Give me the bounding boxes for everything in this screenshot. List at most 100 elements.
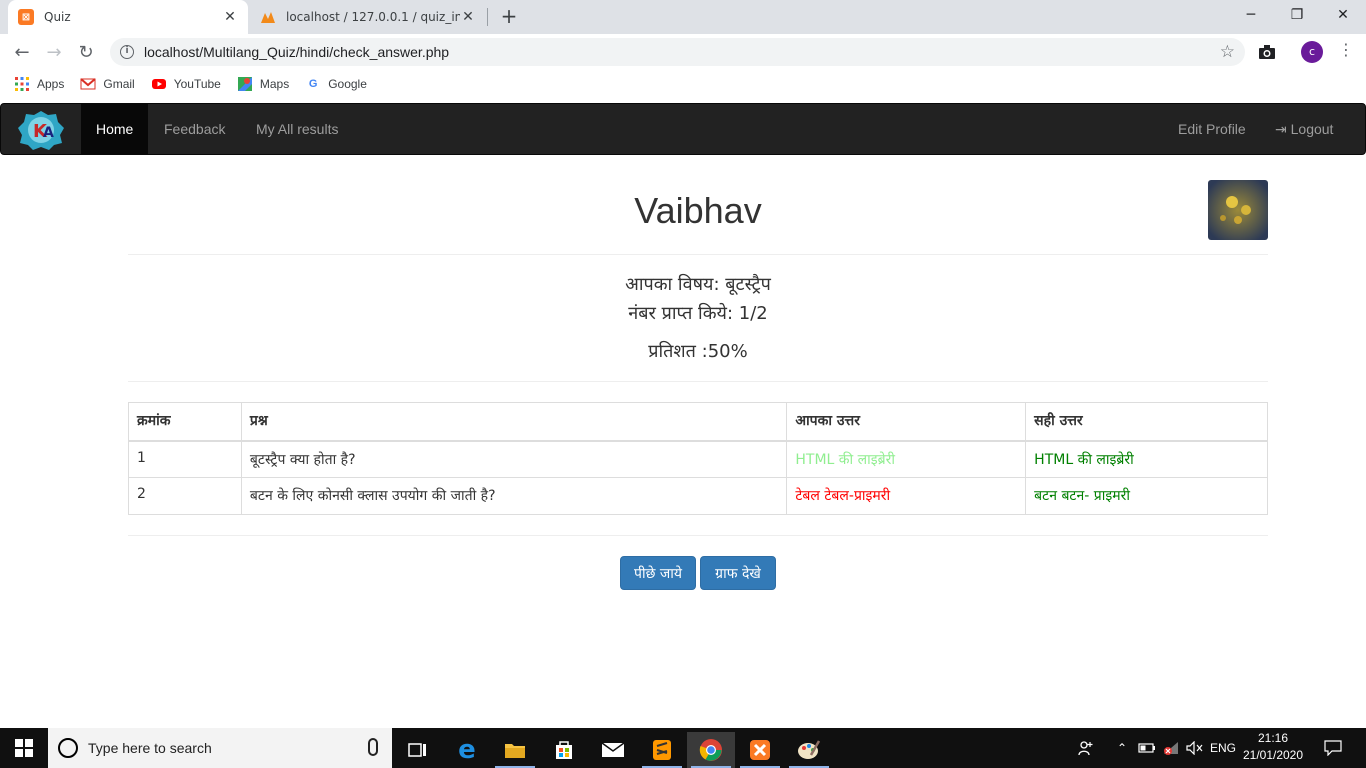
view-graph-button[interactable]: ग्राफ देखे [700, 556, 776, 590]
profile-photo [1208, 180, 1268, 240]
bookmark-star-icon[interactable]: ☆ [1220, 42, 1235, 62]
gmail-icon [80, 78, 97, 90]
bookmark-gmail[interactable]: Gmail [80, 76, 135, 92]
menu-kebab-icon[interactable]: ⋮ [1338, 40, 1354, 59]
language-indicator[interactable]: ENG [1208, 728, 1238, 768]
file-explorer-icon[interactable] [491, 732, 539, 768]
forward-arrow-icon[interactable]: → [42, 40, 66, 64]
site-info-icon[interactable]: i [120, 45, 134, 59]
percent-line: प्रतिशत :50% [648, 341, 748, 362]
xampp-icon: ⊠ [18, 9, 34, 25]
bookmark-apps[interactable]: Apps [14, 76, 64, 92]
edge-icon[interactable]: e [443, 732, 491, 768]
paint-icon[interactable] [785, 732, 833, 768]
clock-date: 21/01/2020 [1242, 748, 1304, 762]
cell-correct-answer: बटन बटन- प्राइमरी [1025, 477, 1268, 515]
google-icon: G [308, 78, 318, 90]
tab-title: Quiz [44, 10, 71, 24]
cell-serial: 1 [128, 440, 242, 478]
nav-my-all-results[interactable]: My All results [241, 104, 353, 154]
nav-edit-profile[interactable]: Edit Profile [1163, 104, 1261, 154]
task-view-icon[interactable] [394, 732, 442, 768]
cell-serial: 2 [128, 477, 242, 515]
site-navbar: K A Home Feedback My All results Edit Pr… [0, 103, 1366, 155]
search-placeholder: Type here to search [88, 740, 212, 756]
show-hidden-icons-icon[interactable]: ⌃ [1112, 728, 1132, 768]
xampp-taskbar-icon[interactable] [736, 732, 784, 768]
minimize-button[interactable]: ─ [1228, 0, 1274, 30]
sublime-text-icon[interactable] [638, 732, 686, 768]
url-text[interactable]: localhost/Multilang_Quiz/hindi/check_ans… [144, 44, 449, 60]
taskbar-search[interactable]: Type here to search [48, 728, 392, 768]
reload-icon[interactable]: ↻ [74, 40, 98, 64]
results-table: क्रमांक प्रश्न आपका उत्तर सही उत्तर 1 बू… [128, 402, 1268, 515]
phpmyadmin-icon [260, 9, 276, 25]
score-line: नंबर प्राप्त किये: 1/2 [628, 303, 768, 324]
bookmark-maps[interactable]: Maps [237, 76, 289, 92]
close-tab-icon[interactable]: ✕ [460, 9, 476, 25]
cell-your-answer: HTML की लाइब्रेरी [786, 440, 1027, 478]
bookmark-label: Google [328, 77, 367, 91]
browser-toolbar: ← → ↻ i localhost/Multilang_Quiz/hindi/c… [0, 34, 1366, 70]
back-arrow-icon[interactable]: ← [10, 40, 34, 64]
divider [128, 381, 1268, 382]
header-correct-answer: सही उत्तर [1025, 402, 1268, 442]
nav-home[interactable]: Home [81, 104, 149, 154]
cell-correct-answer: HTML की लाइब्रेरी [1025, 440, 1268, 478]
back-button[interactable]: पीछे जाये [620, 556, 696, 590]
youtube-icon [151, 79, 166, 89]
username-heading: Vaibhav [634, 190, 762, 231]
header-your-answer: आपका उत्तर [786, 402, 1027, 442]
logout-icon: ⇥ [1275, 121, 1287, 137]
bookmark-google[interactable]: G Google [305, 76, 367, 92]
volume-muted-icon[interactable] [1184, 728, 1206, 768]
camera-icon[interactable] [1257, 42, 1277, 62]
notifications-icon[interactable] [1320, 728, 1346, 768]
browser-tab-strip: ⊠ Quiz ✕ localhost / 127.0.0.1 / quiz_in… [0, 0, 1366, 34]
tab-phpmyadmin[interactable]: localhost / 127.0.0.1 / quiz_in_hin ✕ [250, 0, 486, 34]
windows-taskbar: Type here to search e ⌃ ENG 21:16 21/01/… [0, 728, 1366, 768]
tab-quiz[interactable]: ⊠ Quiz ✕ [8, 0, 248, 34]
battery-icon[interactable] [1136, 728, 1158, 768]
restore-button[interactable]: ❐ [1274, 0, 1320, 30]
mail-icon[interactable] [589, 732, 637, 768]
bookmark-label: YouTube [173, 77, 221, 91]
bookmark-label: Gmail [103, 77, 135, 91]
close-tab-icon[interactable]: ✕ [222, 9, 238, 25]
tab-title: localhost / 127.0.0.1 / quiz_in_hin [286, 10, 460, 24]
bookmark-label: Apps [37, 77, 65, 91]
cortana-icon [58, 738, 78, 758]
start-button[interactable] [0, 728, 48, 768]
nav-logout[interactable]: ⇥ Logout [1260, 104, 1348, 154]
microphone-icon[interactable] [368, 738, 378, 756]
header-question: प्रश्न [240, 402, 788, 442]
cell-question: बटन के लिए कोनसी क्लास उपयोग की जाती है? [240, 477, 788, 515]
site-logo[interactable]: K A [17, 110, 65, 150]
cell-question: बूटस्ट्रैप क्या होता है? [240, 440, 788, 478]
bookmarks-bar: Apps Gmail YouTube Maps G Google [0, 70, 1366, 98]
subject-line: आपका विषय: बूटस्ट्रैप [625, 274, 771, 295]
header-serial: क्रमांक [128, 402, 242, 442]
windows-logo-icon [15, 739, 33, 757]
tab-separator [487, 8, 488, 26]
clock-time: 21:16 [1257, 731, 1289, 745]
network-icon[interactable] [1160, 728, 1182, 768]
nav-feedback[interactable]: Feedback [149, 104, 240, 154]
bookmark-youtube[interactable]: YouTube [151, 76, 221, 92]
new-tab-button[interactable]: + [498, 6, 520, 28]
close-window-button[interactable]: ✕ [1320, 0, 1366, 30]
svg-text:A: A [43, 125, 54, 141]
system-clock[interactable]: 21:16 21/01/2020 [1238, 730, 1308, 764]
cell-your-answer: टेबल टेबल-प्राइमरी [786, 477, 1027, 515]
address-bar[interactable]: i localhost/Multilang_Quiz/hindi/check_a… [110, 38, 1245, 66]
nav-logout-label: Logout [1290, 121, 1334, 137]
divider [128, 535, 1268, 536]
store-icon[interactable] [540, 732, 588, 768]
table-header-row: क्रमांक प्रश्न आपका उत्तर सही उत्तर [128, 402, 1268, 442]
profile-avatar[interactable]: c [1301, 41, 1323, 63]
chrome-icon[interactable] [687, 732, 735, 768]
divider [128, 254, 1268, 255]
people-icon[interactable] [1074, 728, 1098, 768]
table-row: 2 बटन के लिए कोनसी क्लास उपयोग की जाती ह… [128, 477, 1268, 515]
maps-icon [237, 77, 252, 91]
